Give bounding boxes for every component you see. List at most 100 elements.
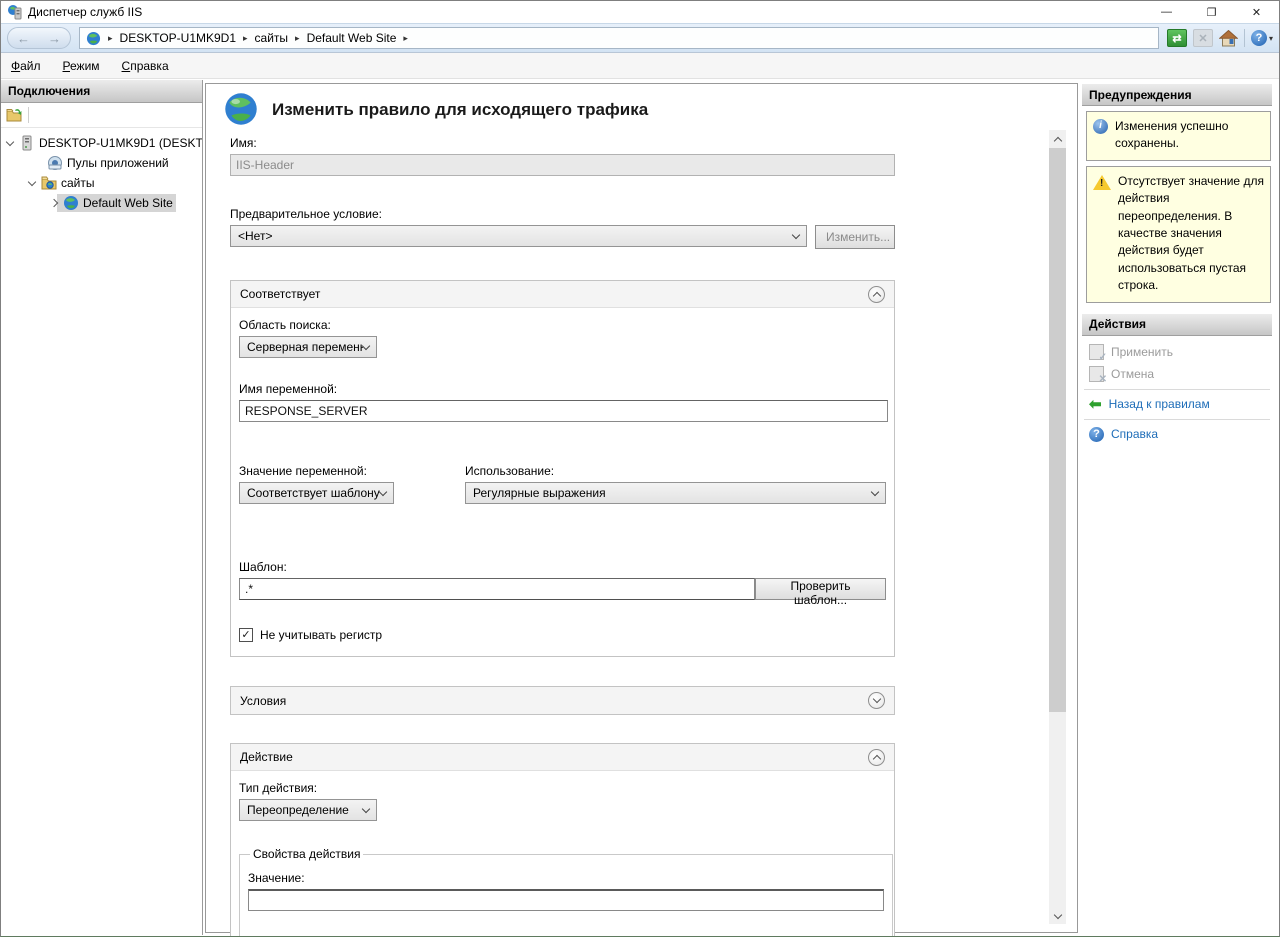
- home-icon[interactable]: [1219, 30, 1238, 47]
- match-section-title: Соответствует: [240, 287, 320, 301]
- chevron-down-icon: [379, 487, 387, 495]
- precondition-dropdown[interactable]: <Нет>: [230, 225, 807, 247]
- scope-dropdown[interactable]: Серверная переменн: [239, 336, 377, 358]
- variable-name-input[interactable]: [239, 400, 888, 422]
- tree-item-label: DESKTOP-U1MK9D1 (DESKTOI: [39, 136, 202, 150]
- app-icon: [7, 4, 23, 20]
- checkmark-icon: ✓: [241, 629, 250, 641]
- tree-item-label: Default Web Site: [83, 196, 173, 210]
- actions-separator: [1084, 419, 1270, 420]
- menu-bar: Файл Режим Справка: [1, 53, 1279, 79]
- chevron-expanded-icon[interactable]: [28, 177, 36, 185]
- cancel-label: Отмена: [1111, 367, 1154, 381]
- tree-item-default-web-site[interactable]: Default Web Site: [1, 193, 202, 213]
- globe-icon: [86, 31, 101, 46]
- menu-file[interactable]: Файл: [11, 59, 41, 73]
- window-title: Диспетчер служб IIS: [28, 5, 142, 19]
- address-toolbar: ⇄ ✕ ? ▾: [1167, 29, 1273, 47]
- close-button[interactable]: ✕: [1234, 1, 1279, 23]
- connections-tree: DESKTOP-U1MK9D1 (DESKTOI Пулы приложений…: [1, 128, 202, 213]
- ignore-case-checkbox[interactable]: ✓: [239, 628, 253, 642]
- tree-item-label: Пулы приложений: [67, 156, 169, 170]
- menu-help[interactable]: Справка: [122, 59, 169, 73]
- restore-button[interactable]: ❐: [1189, 1, 1234, 23]
- title-bar: Диспетчер служб IIS — ❐ ✕: [1, 1, 1279, 23]
- save-connection-icon[interactable]: [6, 108, 22, 122]
- tree-item-app-pools[interactable]: Пулы приложений: [1, 153, 202, 173]
- action-section-header[interactable]: Действие: [231, 744, 894, 771]
- scroll-up-icon[interactable]: [1049, 130, 1066, 147]
- pattern-input[interactable]: [239, 578, 755, 600]
- test-pattern-button[interactable]: Проверить шаблон...: [755, 578, 886, 600]
- match-section-header[interactable]: Соответствует: [231, 281, 894, 308]
- breadcrumb-item-site[interactable]: Default Web Site: [307, 31, 397, 45]
- breadcrumb-separator-icon: ▸: [403, 33, 408, 44]
- variable-value-label: Значение переменной:: [239, 464, 465, 478]
- back-arrow-icon: ⬅: [1089, 397, 1102, 412]
- conditions-section-header[interactable]: Условия: [231, 687, 894, 714]
- tree-item-sites[interactable]: сайты: [1, 173, 202, 193]
- help-caret-icon: ▾: [1269, 34, 1273, 43]
- breadcrumb-item-sites[interactable]: сайты: [255, 31, 289, 45]
- collapse-section-button[interactable]: [868, 749, 885, 766]
- menu-view[interactable]: Режим: [63, 59, 100, 73]
- tree-item-server[interactable]: DESKTOP-U1MK9D1 (DESKTOI: [1, 133, 202, 153]
- vertical-scrollbar[interactable]: [1049, 130, 1066, 924]
- back-nav-icon[interactable]: ←: [17, 32, 30, 45]
- pattern-label: Шаблон:: [239, 560, 886, 574]
- help-label: Справка: [1111, 427, 1158, 441]
- stop-icon: ✕: [1193, 29, 1213, 47]
- action-properties-title: Свойства действия: [250, 847, 363, 861]
- breadcrumb-item-server[interactable]: DESKTOP-U1MK9D1: [120, 31, 236, 45]
- scrollbar-thumb[interactable]: [1049, 148, 1066, 712]
- edit-precondition-button[interactable]: Изменить...: [815, 225, 895, 249]
- expand-section-button[interactable]: [868, 692, 885, 709]
- chevron-down-icon: [872, 695, 880, 703]
- breadcrumb[interactable]: ▸ DESKTOP-U1MK9D1 ▸ сайты ▸ Default Web …: [79, 27, 1159, 49]
- actions-list: Применить Отмена ⬅ Назад к правилам ? Сп…: [1082, 336, 1272, 445]
- variable-value-dropdown[interactable]: Соответствует шаблону: [239, 482, 394, 504]
- connections-header: Подключения: [1, 80, 202, 103]
- using-value: Регулярные выражения: [473, 486, 606, 500]
- chevron-up-icon: [872, 291, 880, 299]
- action-section: Действие Тип действия: Переопределение С…: [230, 743, 895, 937]
- breadcrumb-separator-icon: ▸: [295, 33, 300, 44]
- collapse-section-button[interactable]: [868, 286, 885, 303]
- minimize-button[interactable]: —: [1144, 1, 1189, 23]
- action-type-dropdown[interactable]: Переопределение: [239, 799, 377, 821]
- chevron-down-icon: [871, 487, 879, 495]
- name-label: Имя:: [230, 136, 895, 150]
- cancel-action: Отмена: [1082, 363, 1272, 385]
- warning-alert: Отсутствует значение для действия переоп…: [1086, 166, 1271, 303]
- feature-page: Изменить правило для исходящего трафика …: [205, 83, 1078, 933]
- info-icon: i: [1093, 119, 1108, 134]
- precondition-value: <Нет>: [238, 229, 272, 243]
- actions-header: Действия: [1082, 313, 1272, 336]
- help-action[interactable]: ? Справка: [1082, 424, 1272, 445]
- chevron-down-icon: [362, 804, 370, 812]
- tree-item-label: сайты: [61, 176, 95, 190]
- chevron-down-icon: [362, 341, 370, 349]
- conditions-section-title: Условия: [240, 694, 286, 708]
- refresh-icon[interactable]: ⇄: [1167, 29, 1187, 47]
- help-menu[interactable]: ? ▾: [1251, 30, 1273, 46]
- window-body: Подключения DESKTOP-U1MK9D1 (DESKTOI Пул…: [1, 80, 1279, 935]
- info-alert: i Изменения успешно сохранены.: [1086, 111, 1271, 161]
- value-input[interactable]: [248, 889, 884, 911]
- chevron-expanded-icon[interactable]: [6, 137, 14, 145]
- variable-value-value: Соответствует шаблону: [247, 486, 380, 500]
- apply-icon: [1089, 344, 1104, 360]
- match-section: Соответствует Область поиска: Серверная …: [230, 280, 895, 657]
- using-dropdown[interactable]: Регулярные выражения: [465, 482, 886, 504]
- forward-nav-icon[interactable]: →: [48, 32, 61, 45]
- using-label: Использование:: [465, 464, 886, 478]
- back-to-rules-action[interactable]: ⬅ Назад к правилам: [1082, 394, 1272, 415]
- breadcrumb-separator-icon: ▸: [243, 33, 248, 44]
- apply-label: Применить: [1111, 345, 1173, 359]
- server-icon: [19, 135, 35, 151]
- chevron-down-icon: [792, 230, 800, 238]
- page-title: Изменить правило для исходящего трафика: [272, 100, 648, 120]
- app-pools-icon: [47, 155, 63, 171]
- action-type-value: Переопределение: [247, 803, 349, 817]
- scroll-down-icon[interactable]: [1049, 907, 1066, 924]
